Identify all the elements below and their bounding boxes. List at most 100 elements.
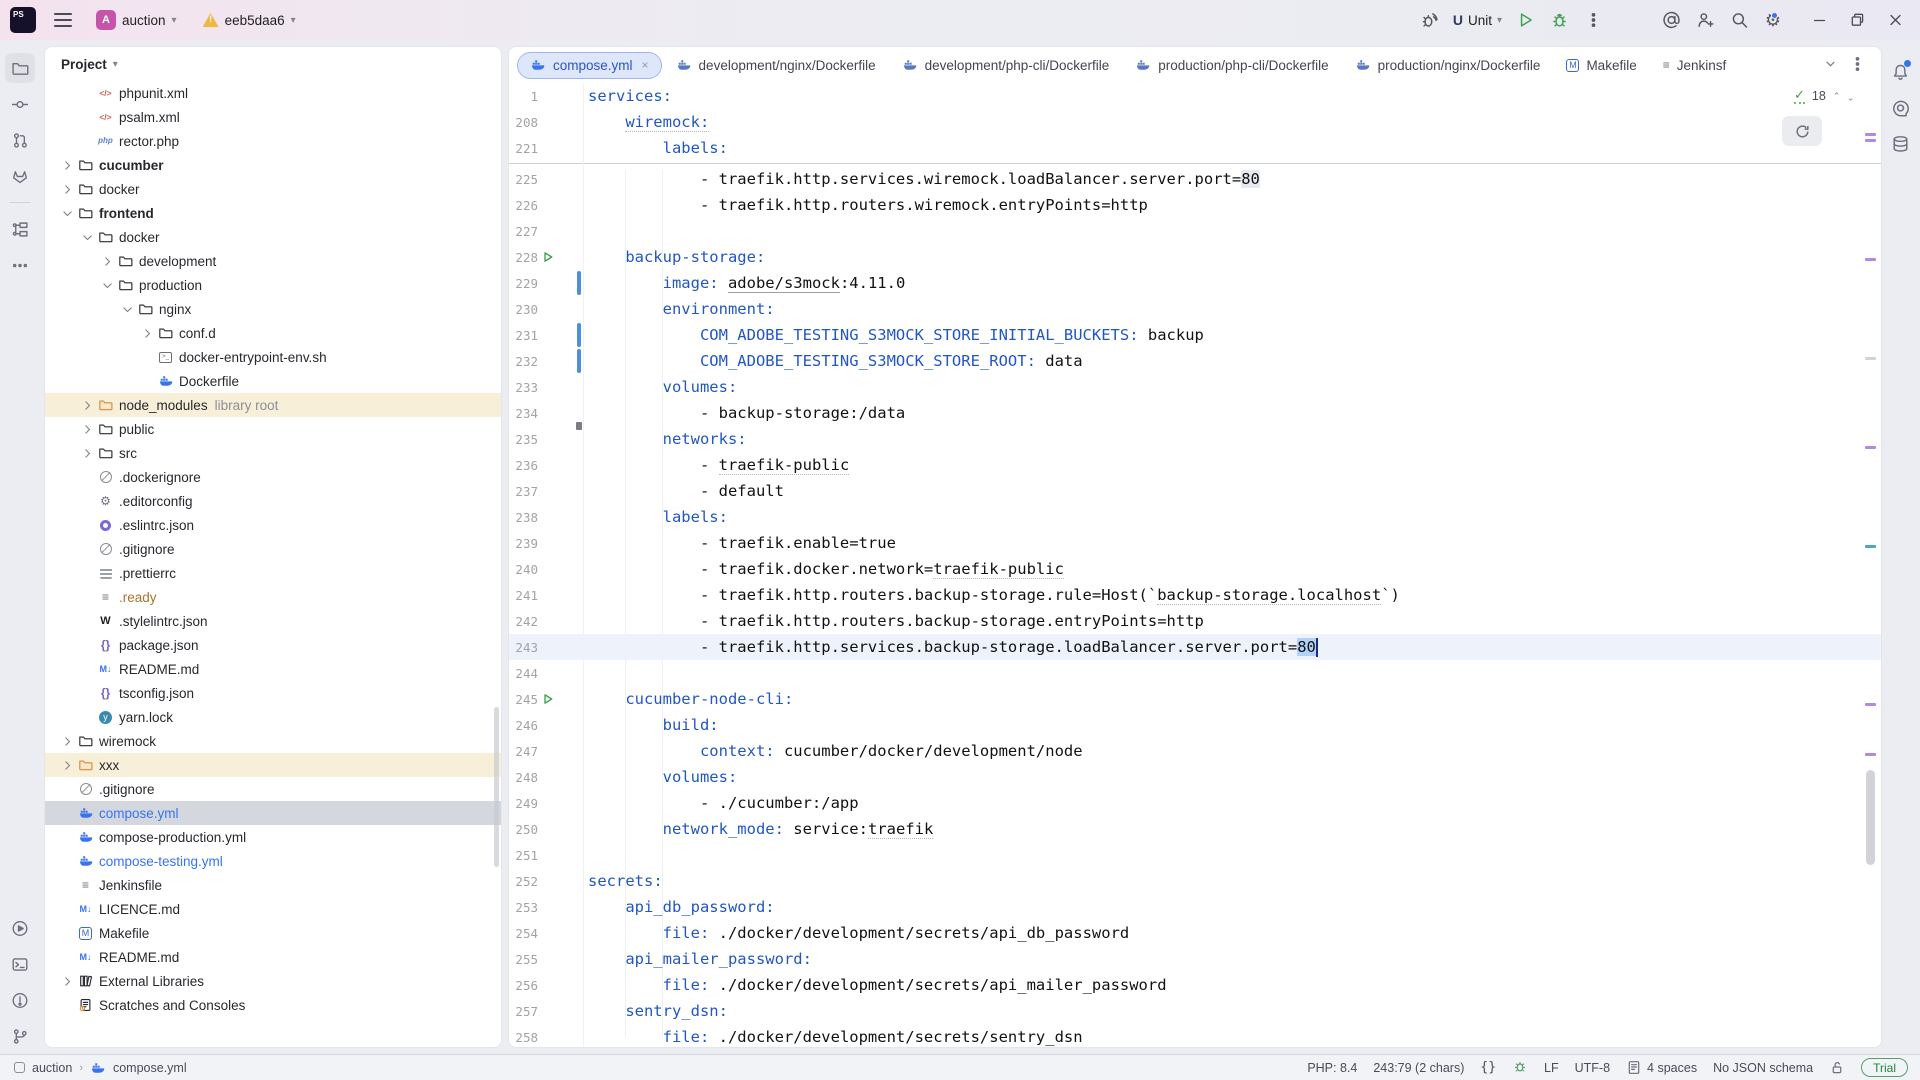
close-button[interactable] (1878, 5, 1912, 35)
main-menu-button[interactable] (50, 7, 76, 33)
branch-widget[interactable]: eeb5daa6 ▾ (197, 10, 302, 31)
chevron-right-tree[interactable] (81, 423, 94, 436)
database-tool-button[interactable] (1885, 129, 1915, 159)
tree-expand-toggle[interactable] (59, 975, 76, 988)
debug-button[interactable] (1544, 6, 1574, 34)
problems-tool-button[interactable] (5, 985, 35, 1015)
tree-expand-toggle[interactable] (99, 255, 116, 268)
status-item[interactable]: UTF-8 (1575, 1061, 1610, 1075)
tree-expand-toggle[interactable] (79, 399, 96, 412)
commit-tool-button[interactable] (5, 89, 35, 119)
tree-item[interactable]: ≡ .ready (45, 585, 501, 609)
tree-item[interactable]: </> phpunit.xml (45, 81, 501, 105)
status-item[interactable]: No JSON schema (1713, 1061, 1813, 1075)
tree-item[interactable]: M Makefile (45, 921, 501, 945)
tree-expand-toggle[interactable] (119, 303, 136, 316)
status-item[interactable]: Trial (1861, 1058, 1908, 1077)
collab-button[interactable] (1656, 6, 1686, 34)
search-everywhere-button[interactable] (1724, 6, 1754, 34)
tree-scrollbar[interactable] (494, 707, 499, 867)
tree-item[interactable]: M↓ README.md (45, 657, 501, 681)
chevron-down-tree[interactable] (121, 303, 134, 316)
editor-tab[interactable]: development/php-cli/Dockerfile (890, 52, 1122, 79)
minimize-button[interactable] (1802, 5, 1836, 35)
tab-options-button[interactable] (1848, 55, 1867, 76)
chevron-right-tree[interactable] (61, 183, 74, 196)
chevron-right-tree[interactable] (81, 447, 94, 460)
tree-expand-toggle[interactable] (99, 279, 116, 292)
pull-requests-tool-button[interactable] (5, 125, 35, 155)
chevron-down-tree[interactable] (61, 207, 74, 220)
code-editor[interactable]: 1 services: 208 wiremock: 221 labels: 22… (509, 83, 1881, 1047)
more-run-options-button[interactable] (1578, 6, 1608, 34)
tree-expand-toggle[interactable] (59, 759, 76, 772)
chevron-right-tree[interactable] (61, 159, 74, 172)
tree-item[interactable]: compose-production.yml (45, 825, 501, 849)
tree-item[interactable]: docker (45, 225, 501, 249)
tree-item[interactable]: External Libraries (45, 969, 501, 993)
project-widget[interactable]: A auction ▾ (90, 7, 183, 33)
tree-expand-toggle[interactable] (59, 735, 76, 748)
chevron-right-tree[interactable] (61, 735, 74, 748)
git-tool-button[interactable] (5, 1021, 35, 1051)
restore-button[interactable] (1840, 5, 1874, 35)
chevron-down-icon[interactable]: ▾ (113, 59, 118, 70)
tree-item[interactable]: conf.d (45, 321, 501, 345)
tree-item[interactable]: development (45, 249, 501, 273)
status-item[interactable]: 4 spaces (1626, 1060, 1697, 1075)
tree-item[interactable]: compose-testing.yml (45, 849, 501, 873)
tree-item[interactable]: Scratches and Consoles (45, 993, 501, 1017)
status-item[interactable]: 243:79 (2 chars) (1373, 1061, 1464, 1075)
tree-item[interactable]: frontend (45, 201, 501, 225)
run-button[interactable] (1510, 6, 1540, 34)
tree-item[interactable]: W .stylelintrc.json (45, 609, 501, 633)
run-service-icon[interactable] (542, 251, 554, 263)
tree-item[interactable]: wiremock (45, 729, 501, 753)
tree-item[interactable]: M↓ README.md (45, 945, 501, 969)
chevron-right-tree[interactable] (81, 399, 94, 412)
tree-expand-toggle[interactable] (59, 183, 76, 196)
status-item[interactable]: {} (1480, 1060, 1496, 1075)
chevron-down-tree[interactable] (81, 231, 94, 244)
editor-scrollbar[interactable] (1864, 84, 1878, 1040)
project-folder-tool-button[interactable] (5, 53, 35, 83)
code-with-me-button[interactable] (1690, 6, 1720, 34)
run-configuration-selector[interactable]: U Unit ▾ (1449, 9, 1506, 31)
editor-tab[interactable]: ≡Jenkinsf (1651, 52, 1739, 79)
status-item[interactable]: LF (1544, 1061, 1559, 1075)
tree-item[interactable]: php rector.php (45, 129, 501, 153)
ai-assistant-tool-button[interactable] (1885, 93, 1915, 123)
tree-expand-toggle[interactable] (59, 159, 76, 172)
structure-tool-button[interactable] (5, 214, 35, 244)
tree-item[interactable]: public (45, 417, 501, 441)
tree-item[interactable]: .gitignore (45, 777, 501, 801)
hidden-tabs-button[interactable] (1823, 57, 1838, 74)
tree-item[interactable]: ⚙ .editorconfig (45, 489, 501, 513)
tree-expand-toggle[interactable] (59, 207, 76, 220)
tree-item[interactable]: Dockerfile (45, 369, 501, 393)
tree-item[interactable]: production (45, 273, 501, 297)
trial-badge[interactable]: Trial (1861, 1058, 1908, 1077)
editor-tab[interactable]: production/nginx/Dockerfile (1343, 52, 1553, 79)
chevron-right-tree[interactable] (141, 327, 154, 340)
gitlab-tool-button[interactable] (5, 161, 35, 191)
run-service-icon[interactable] (542, 693, 554, 705)
chevron-right-tree[interactable] (101, 255, 114, 268)
tree-item[interactable]: {} package.json (45, 633, 501, 657)
breadcrumb-item[interactable]: compose.yml (113, 1061, 187, 1075)
tree-item[interactable]: </> psalm.xml (45, 105, 501, 129)
editor-tab[interactable]: production/php-cli/Dockerfile (1123, 52, 1340, 79)
tree-item[interactable]: cucumber (45, 153, 501, 177)
notifications-bell-tool-button[interactable] (1885, 57, 1915, 87)
editor-tab[interactable]: compose.yml× (517, 52, 662, 79)
tree-item[interactable]: y yarn.lock (45, 705, 501, 729)
tree-item[interactable]: .prettierrc (45, 561, 501, 585)
prev-problem-icon[interactable]: ⌃ (1833, 91, 1841, 102)
inspections-widget[interactable]: ✓ 18 ⌃ ⌃ (1794, 88, 1855, 104)
settings-button[interactable]: ⚙ (1758, 6, 1788, 34)
tree-item[interactable]: .eslintrc.json (45, 513, 501, 537)
tree-item[interactable]: src (45, 441, 501, 465)
editor-tab[interactable]: MMakefile (1554, 52, 1648, 79)
tree-item[interactable]: .dockerignore (45, 465, 501, 489)
tree-expand-toggle[interactable] (79, 447, 96, 460)
